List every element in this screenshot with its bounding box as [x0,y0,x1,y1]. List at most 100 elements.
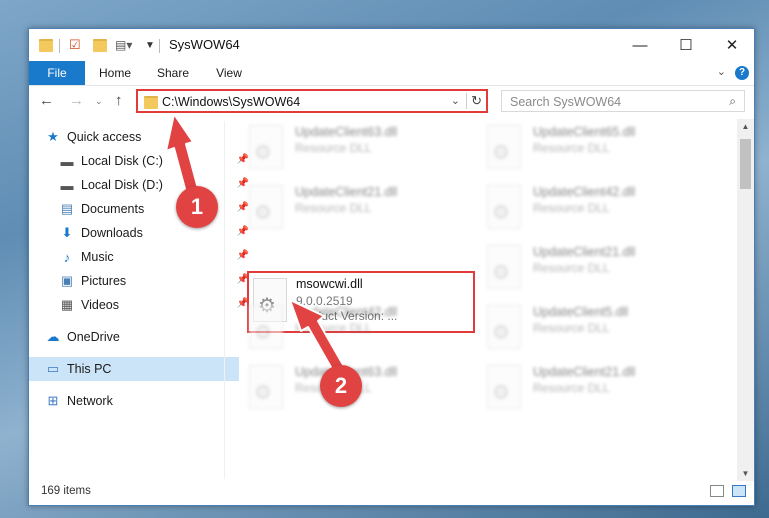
tab-share[interactable]: Share [149,61,197,85]
properties-icon[interactable]: ☑ [69,36,81,54]
back-arrow-icon[interactable]: ← [39,92,54,109]
separator [59,39,60,53]
address-dropdown-icon[interactable]: ⌄ [451,94,460,107]
details-view-icon[interactable] [710,485,724,497]
maximize-button[interactable]: ☐ [663,29,709,61]
file-type: Resource DLL [295,141,372,155]
dll-file-icon: ⚙ [487,125,521,169]
gear-icon: ⚙ [492,262,510,284]
qa-dropdown-icon[interactable]: ▼ [145,36,155,54]
sidebar-item[interactable]: ▭ This PC [29,357,239,381]
up-arrow-icon[interactable]: ↑ [115,92,123,109]
item-count: 169 items [41,485,91,497]
file-list: ⚙ msowcwi.dll 9.0.0.2519 Product Version… [239,121,729,479]
file-name: UpdateClient42.dll [295,305,398,319]
file-name: UpdateClient65.dll [533,125,636,139]
dll-file-icon: ⚙ [487,305,521,349]
file-name: UpdateClient21.dll [295,185,398,199]
file-type: Resource DLL [295,201,372,215]
gear-icon: ⚙ [254,202,272,224]
file-name: UpdateClient63.dll [295,125,398,139]
file-type: Resource DLL [533,381,610,395]
dll-file-icon: ⚙ [249,185,283,229]
step-badge-2: 2 [320,365,362,407]
address-bar[interactable]: C:\Windows\SysWOW64 ⌄ ↻ [136,89,488,113]
sidebar-item-label: OneDrive [67,330,120,344]
download-icon: ⬇ [61,225,73,240]
scroll-up-icon[interactable]: ▲ [737,122,754,131]
dll-file-icon: ⚙ [487,245,521,289]
forward-arrow-icon[interactable]: → [69,92,84,109]
sidebar-item[interactable]: ⊞ Network [29,389,239,413]
file-item[interactable]: ⚙ UpdateClient42.dll Resource DLL [477,181,697,237]
pictures-icon: ▣ [60,273,74,288]
sidebar-item[interactable]: ▬ Local Disk (D:) 📌 [29,173,253,197]
dll-file-icon: ⚙ [487,365,521,409]
file-item[interactable]: ⚙ UpdateClient21.dll Resource DLL [477,241,697,297]
scroll-thumb[interactable] [740,139,751,189]
pane-divider [224,121,225,479]
sidebar-item[interactable]: ▦ Videos 📌 [29,293,253,317]
documents-icon: ▤ [60,201,74,216]
step-badge-1: 1 [176,186,218,228]
help-icon[interactable]: ? [735,66,749,80]
expand-ribbon-icon[interactable]: ⌄ [717,65,726,78]
tab-view[interactable]: View [205,61,253,85]
file-item[interactable]: ⚙ UpdateClient5.dll Resource DLL [477,301,697,357]
drive-icon: ▬ [60,177,74,193]
sidebar-item-label: Documents [81,202,145,216]
drive-icon: ▬ [60,153,74,169]
file-type: Resource DLL [533,261,610,275]
sidebar-item-label: Quick access [67,130,142,144]
gear-icon: ⚙ [492,382,510,404]
dll-file-icon: ⚙ [249,305,283,349]
folder-icon [39,36,53,54]
tab-file[interactable]: File [29,61,85,85]
file-item[interactable]: ⚙ UpdateClient42.dll Resource DLL [239,301,459,357]
folder-icon [144,96,158,109]
sidebar-item[interactable]: ▣ Pictures 📌 [29,269,253,293]
address-path: C:\Windows\SysWOW64 [162,95,301,109]
sidebar-item[interactable]: ♪ Music 📌 [29,245,253,269]
scroll-down-icon[interactable]: ▼ [737,469,754,478]
star-icon: ★ [47,129,59,144]
file-item[interactable]: ⚙ UpdateClient63.dll Resource DLL [239,121,459,177]
window-title: SysWOW64 [169,37,240,52]
videos-icon: ▦ [60,297,74,312]
file-type: Resource DLL [533,201,610,215]
sidebar-item[interactable]: ▤ Documents 📌 [29,197,253,221]
gear-icon: ⚙ [492,142,510,164]
sidebar-item[interactable]: ▬ Local Disk (C:) 📌 [29,149,253,173]
sidebar-item-label: This PC [67,362,112,376]
sidebar-item[interactable]: ☁ OneDrive [29,325,239,349]
tab-home[interactable]: Home [91,61,139,85]
navigation-bar: ← → ⌄ ↑ C:\Windows\SysWOW64 ⌄ ↻ Search S… [29,86,754,118]
large-icons-view-icon[interactable] [732,485,746,497]
new-folder-icon[interactable] [93,36,107,54]
file-item[interactable]: ⚙ UpdateClient21.dll Resource DLL [477,361,697,417]
search-input[interactable]: Search SysWOW64 ⌕ [501,90,745,112]
search-icon[interactable]: ⌕ [729,94,736,109]
sidebar-item[interactable]: ⬇ Downloads 📌 [29,221,253,245]
gear-icon: ⚙ [492,202,510,224]
file-item[interactable]: ⚙ UpdateClient65.dll Resource DLL [477,121,697,177]
network-icon: ⊞ [47,393,59,408]
navigation-pane: ★ Quick access ▬ Local Disk (C:) 📌 ▬ Local Dis… [29,119,249,479]
customize-qa-icon[interactable]: ▤▾ [115,36,132,54]
gear-icon: ⚙ [254,142,272,164]
close-button[interactable]: ✕ [709,29,755,61]
sidebar-item-label: Local Disk (D:) [81,178,163,192]
file-item[interactable]: ⚙ UpdateClient21.dll Resource DLL [239,181,459,237]
sidebar-item-label: Local Disk (C:) [81,154,163,168]
computer-icon: ▭ [46,361,60,376]
sidebar-item-label: Music [81,250,114,264]
dll-file-icon: ⚙ [249,365,283,409]
vertical-scrollbar[interactable]: ▲ ▼ [737,119,754,481]
recent-locations-icon[interactable]: ⌄ [95,96,103,107]
sidebar-item-label: Network [67,394,113,408]
refresh-icon[interactable]: ↻ [466,93,482,109]
status-bar: 169 items [29,479,754,505]
minimize-button[interactable]: — [617,29,663,61]
sidebar-item[interactable]: ★ Quick access [29,125,239,149]
file-name: UpdateClient42.dll [533,185,636,199]
